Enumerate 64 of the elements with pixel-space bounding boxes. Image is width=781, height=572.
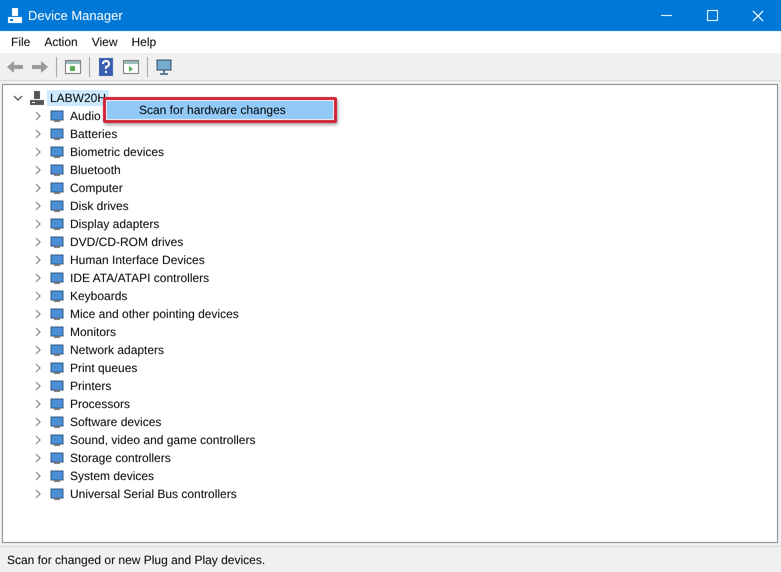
tree-item[interactable]: Monitors <box>67 324 120 340</box>
tree-item[interactable]: Printers <box>67 378 114 394</box>
device-icon <box>49 450 65 466</box>
device-icon <box>49 396 65 412</box>
device-icon <box>49 216 65 232</box>
window-icon <box>65 60 81 74</box>
device-icon <box>49 414 65 430</box>
tree-item[interactable]: Mice and other pointing devices <box>67 306 242 322</box>
device-icon <box>49 252 65 268</box>
menu-item[interactable]: View <box>84 33 124 51</box>
device-icon <box>49 306 65 322</box>
computer-icon <box>29 90 45 106</box>
tree-item[interactable]: Processors <box>67 396 134 412</box>
status-text: Scan for changed or new Plug and Play devices. <box>7 552 266 566</box>
window-title: Device Manager <box>28 8 124 23</box>
tree-item[interactable]: Network adapters <box>67 342 168 358</box>
forward-arrow-icon <box>31 60 49 74</box>
tree-item[interactable]: Biometric devices <box>67 144 168 160</box>
device-icon <box>49 324 65 340</box>
device-icon <box>49 468 65 484</box>
device-icon <box>49 378 65 394</box>
minimize-icon <box>660 14 672 16</box>
tree-item[interactable]: Audio <box>67 108 104 124</box>
close-icon <box>752 10 764 22</box>
menu-item[interactable]: Scan for hardware changes <box>107 101 333 119</box>
tree-item[interactable]: LABW20H <box>47 90 110 106</box>
device-icon <box>49 162 65 178</box>
device-icon <box>49 234 65 250</box>
chevron-down-icon <box>13 95 23 101</box>
tree-item[interactable]: Batteries <box>67 126 120 142</box>
back-arrow-icon <box>6 60 24 74</box>
device-icon <box>49 432 65 448</box>
tree-item[interactable]: Display adapters <box>67 216 162 232</box>
tree-item[interactable]: DVD/CD-ROM drives <box>67 234 186 250</box>
device-icon <box>49 270 65 286</box>
computer-icon <box>8 8 22 24</box>
device-icon <box>49 360 65 376</box>
tree-item[interactable]: IDE ATA/ATAPI controllers <box>67 270 212 286</box>
tree-item[interactable]: Sound, video and game controllers <box>67 432 258 448</box>
device-icon <box>49 288 65 304</box>
tree-item[interactable]: Print queues <box>67 360 140 376</box>
help-icon <box>99 58 113 76</box>
tree-item[interactable]: System devices <box>67 468 158 484</box>
device-icon <box>49 180 65 196</box>
tree-item[interactable]: Universal Serial Bus controllers <box>67 486 240 502</box>
menu-item[interactable]: Action <box>37 33 85 51</box>
window-icon <box>123 60 139 74</box>
device-icon <box>49 342 65 358</box>
device-icon <box>49 144 65 160</box>
monitor-icon <box>155 59 173 75</box>
menu-item[interactable]: Help <box>124 33 164 51</box>
device-icon <box>49 198 65 214</box>
device-icon <box>49 108 65 124</box>
tree-item[interactable]: Storage controllers <box>67 450 174 466</box>
menu-item[interactable]: File <box>4 33 38 51</box>
maximize-icon <box>706 10 718 21</box>
tree-item[interactable]: Disk drives <box>67 198 132 214</box>
tree-item[interactable]: Bluetooth <box>67 162 124 178</box>
tree-item[interactable]: Software devices <box>67 414 164 430</box>
tree-item[interactable]: Human Interface Devices <box>67 252 208 268</box>
device-icon <box>49 486 65 502</box>
tree-item[interactable]: Computer <box>67 180 126 196</box>
device-icon <box>49 126 65 142</box>
tree-item[interactable]: Keyboards <box>67 288 130 304</box>
